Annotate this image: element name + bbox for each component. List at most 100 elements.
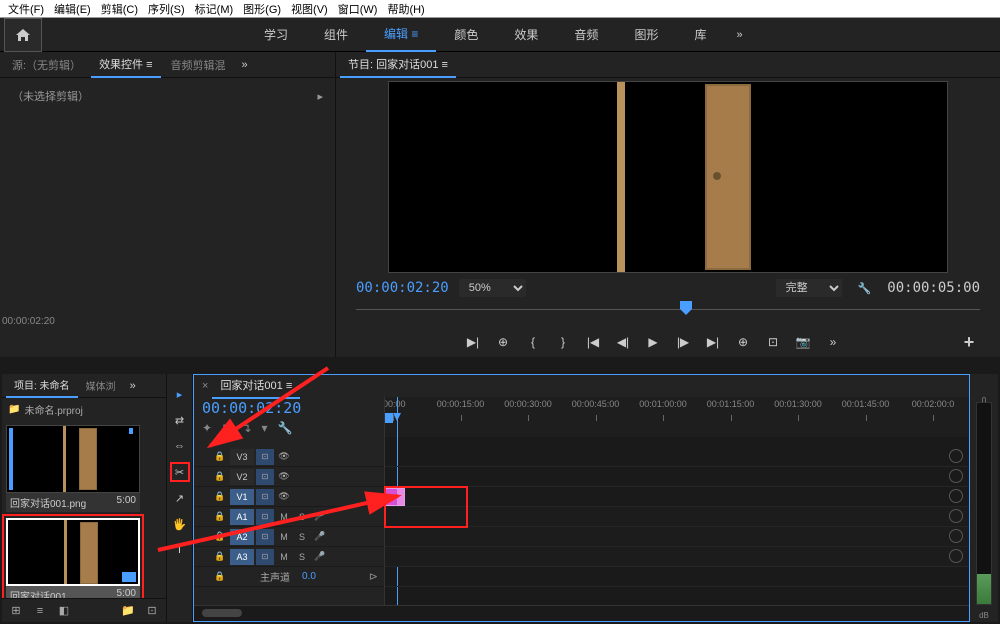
add-marker-button[interactable]: ⊕ — [492, 331, 514, 353]
track-a1-header[interactable]: 🔒 A1 ⊡ M S 🎤 — [194, 507, 384, 527]
transport-more-icon[interactable]: » — [822, 331, 844, 353]
solo-button[interactable]: S — [294, 529, 310, 545]
mute-button[interactable]: M — [276, 509, 292, 525]
fx-icon[interactable]: ⊡ — [256, 549, 274, 565]
timeline-clip[interactable] — [385, 488, 405, 506]
mic-icon[interactable]: 🎤 — [312, 529, 328, 545]
tab-project[interactable]: 项目: 未命名 — [6, 373, 78, 398]
selection-tool[interactable]: ▸ — [170, 384, 190, 404]
ws-color[interactable]: 颜色 — [436, 18, 496, 51]
mute-button[interactable]: M — [276, 529, 292, 545]
icon-view-button[interactable]: ≡ — [32, 603, 48, 619]
play-button[interactable]: ▶ — [642, 331, 664, 353]
mic-icon[interactable]: 🎤 — [312, 509, 328, 525]
project-more-icon[interactable]: » — [124, 380, 142, 392]
track-label-a3[interactable]: A3 — [230, 549, 254, 565]
panel-more-icon[interactable]: » — [236, 59, 254, 71]
fx-icon[interactable]: ⊡ — [256, 469, 274, 485]
lock-icon[interactable]: 🔒 — [212, 509, 228, 525]
quality-select[interactable]: 完整 — [776, 279, 842, 297]
wrench-icon[interactable]: 🔧 — [278, 421, 293, 435]
ws-effects[interactable]: 效果 — [496, 18, 556, 51]
scrollbar-thumb[interactable] — [202, 609, 242, 617]
mute-button[interactable]: M — [276, 549, 292, 565]
home-button[interactable] — [4, 18, 42, 52]
fx-icon[interactable]: ⊡ — [256, 529, 274, 545]
eye-icon[interactable]: 👁 — [276, 489, 292, 505]
zoom-select[interactable]: 50% — [459, 279, 526, 297]
goto-out-button[interactable]: ▶| — [702, 331, 724, 353]
wrench-icon[interactable]: 🔧 — [852, 282, 878, 295]
solo-button[interactable]: S — [294, 509, 310, 525]
track-label-a1[interactable]: A1 — [230, 509, 254, 525]
in-button[interactable]: { — [522, 331, 544, 353]
new-bin-button[interactable]: 📁 — [120, 603, 136, 619]
track-a3-header[interactable]: 🔒 A3 ⊡ M S 🎤 — [194, 547, 384, 567]
menu-file[interactable]: 文件(F) — [4, 1, 48, 17]
bin-item-sequence[interactable]: 回家对话001 5:00 — [6, 518, 140, 598]
track-label-v3[interactable]: V3 — [230, 449, 254, 465]
new-item-button[interactable]: ⊡ — [144, 603, 160, 619]
timeline-ruler[interactable]: :00:0000:00:15:0000:00:30:0000:00:45:000… — [384, 397, 969, 437]
track-select-tool[interactable]: ⇄ — [170, 410, 190, 430]
tab-audio-mixer[interactable]: 音频剪辑混 — [163, 53, 234, 77]
timeline-hscroll[interactable] — [194, 605, 969, 621]
program-monitor[interactable] — [336, 78, 1000, 275]
marker-icon[interactable]: ↴ — [241, 421, 251, 435]
slip-tool[interactable]: ↗ — [170, 488, 190, 508]
hand-tool[interactable]: 🖐 — [170, 514, 190, 534]
fx-icon[interactable]: ⊡ — [256, 509, 274, 525]
settings-icon[interactable]: ▾ — [262, 421, 268, 435]
menu-sequence[interactable]: 序列(S) — [144, 1, 189, 17]
lock-icon[interactable]: 🔒 — [212, 489, 228, 505]
tab-media-browser[interactable]: 媒体浏 — [78, 374, 124, 397]
menu-clip[interactable]: 剪辑(C) — [97, 1, 142, 17]
lift-button[interactable]: ⊕ — [732, 331, 754, 353]
solo-button[interactable]: S — [294, 549, 310, 565]
linked-icon[interactable]: ⊓ — [222, 421, 231, 435]
fx-icon[interactable]: ⊡ — [256, 489, 274, 505]
menu-help[interactable]: 帮助(H) — [383, 1, 428, 17]
fx-icon[interactable]: ⊡ — [256, 449, 274, 465]
menu-graphics[interactable]: 图形(G) — [239, 1, 285, 17]
menu-edit[interactable]: 编辑(E) — [50, 1, 95, 17]
lock-icon[interactable]: 🔒 — [212, 549, 228, 565]
ws-graphics[interactable]: 图形 — [616, 18, 676, 51]
track-a2-header[interactable]: 🔒 A2 ⊡ M S 🎤 — [194, 527, 384, 547]
tab-source[interactable]: 源:（无剪辑） — [4, 53, 89, 77]
in-marker[interactable] — [385, 413, 393, 423]
ws-audio[interactable]: 音频 — [556, 18, 616, 51]
track-v1-header[interactable]: 🔒 V1 ⊡ 👁 — [194, 487, 384, 507]
list-view-button[interactable]: ⊞ — [8, 603, 24, 619]
razor-tool[interactable]: ✂ — [170, 462, 190, 482]
track-label-a2[interactable]: A2 — [230, 529, 254, 545]
eye-icon[interactable]: 👁 — [276, 469, 292, 485]
freeform-button[interactable]: ◧ — [56, 603, 72, 619]
ws-learn[interactable]: 学习 — [246, 18, 306, 51]
type-tool[interactable]: T — [170, 540, 190, 560]
track-label-v1[interactable]: V1 — [230, 489, 254, 505]
timeline-playhead[interactable] — [397, 397, 398, 437]
track-v3-header[interactable]: 🔒 V3 ⊡ 👁 — [194, 447, 384, 467]
extract-button[interactable]: ⊡ — [762, 331, 784, 353]
ws-editing[interactable]: 编辑 ≡ — [366, 17, 436, 52]
bin-item-png[interactable]: 回家对话001.png 5:00 — [6, 425, 140, 512]
lock-icon[interactable]: 🔒 — [212, 449, 228, 465]
goto-in-button[interactable]: |◀ — [582, 331, 604, 353]
step-back-button[interactable]: ◀| — [612, 331, 634, 353]
eye-icon[interactable]: 👁 — [276, 449, 292, 465]
playhead-marker-icon[interactable] — [680, 301, 692, 315]
menu-mark[interactable]: 标记(M) — [191, 1, 238, 17]
mark-in-button[interactable]: ▶| — [462, 331, 484, 353]
expand-icon[interactable]: ⊳ — [369, 570, 378, 583]
step-fwd-button[interactable]: |▶ — [672, 331, 694, 353]
lock-icon[interactable]: 🔒 — [212, 469, 228, 485]
lock-icon[interactable]: 🔒 — [212, 569, 228, 585]
ws-library[interactable]: 库 — [676, 18, 724, 51]
lock-icon[interactable]: 🔒 — [212, 529, 228, 545]
track-master-header[interactable]: 🔒 主声道 0.0 ⊳ — [194, 567, 384, 587]
mic-icon[interactable]: 🎤 — [312, 549, 328, 565]
snap-icon[interactable]: ✦ — [202, 421, 212, 435]
out-button[interactable]: } — [552, 331, 574, 353]
export-frame-button[interactable]: 📷 — [792, 331, 814, 353]
